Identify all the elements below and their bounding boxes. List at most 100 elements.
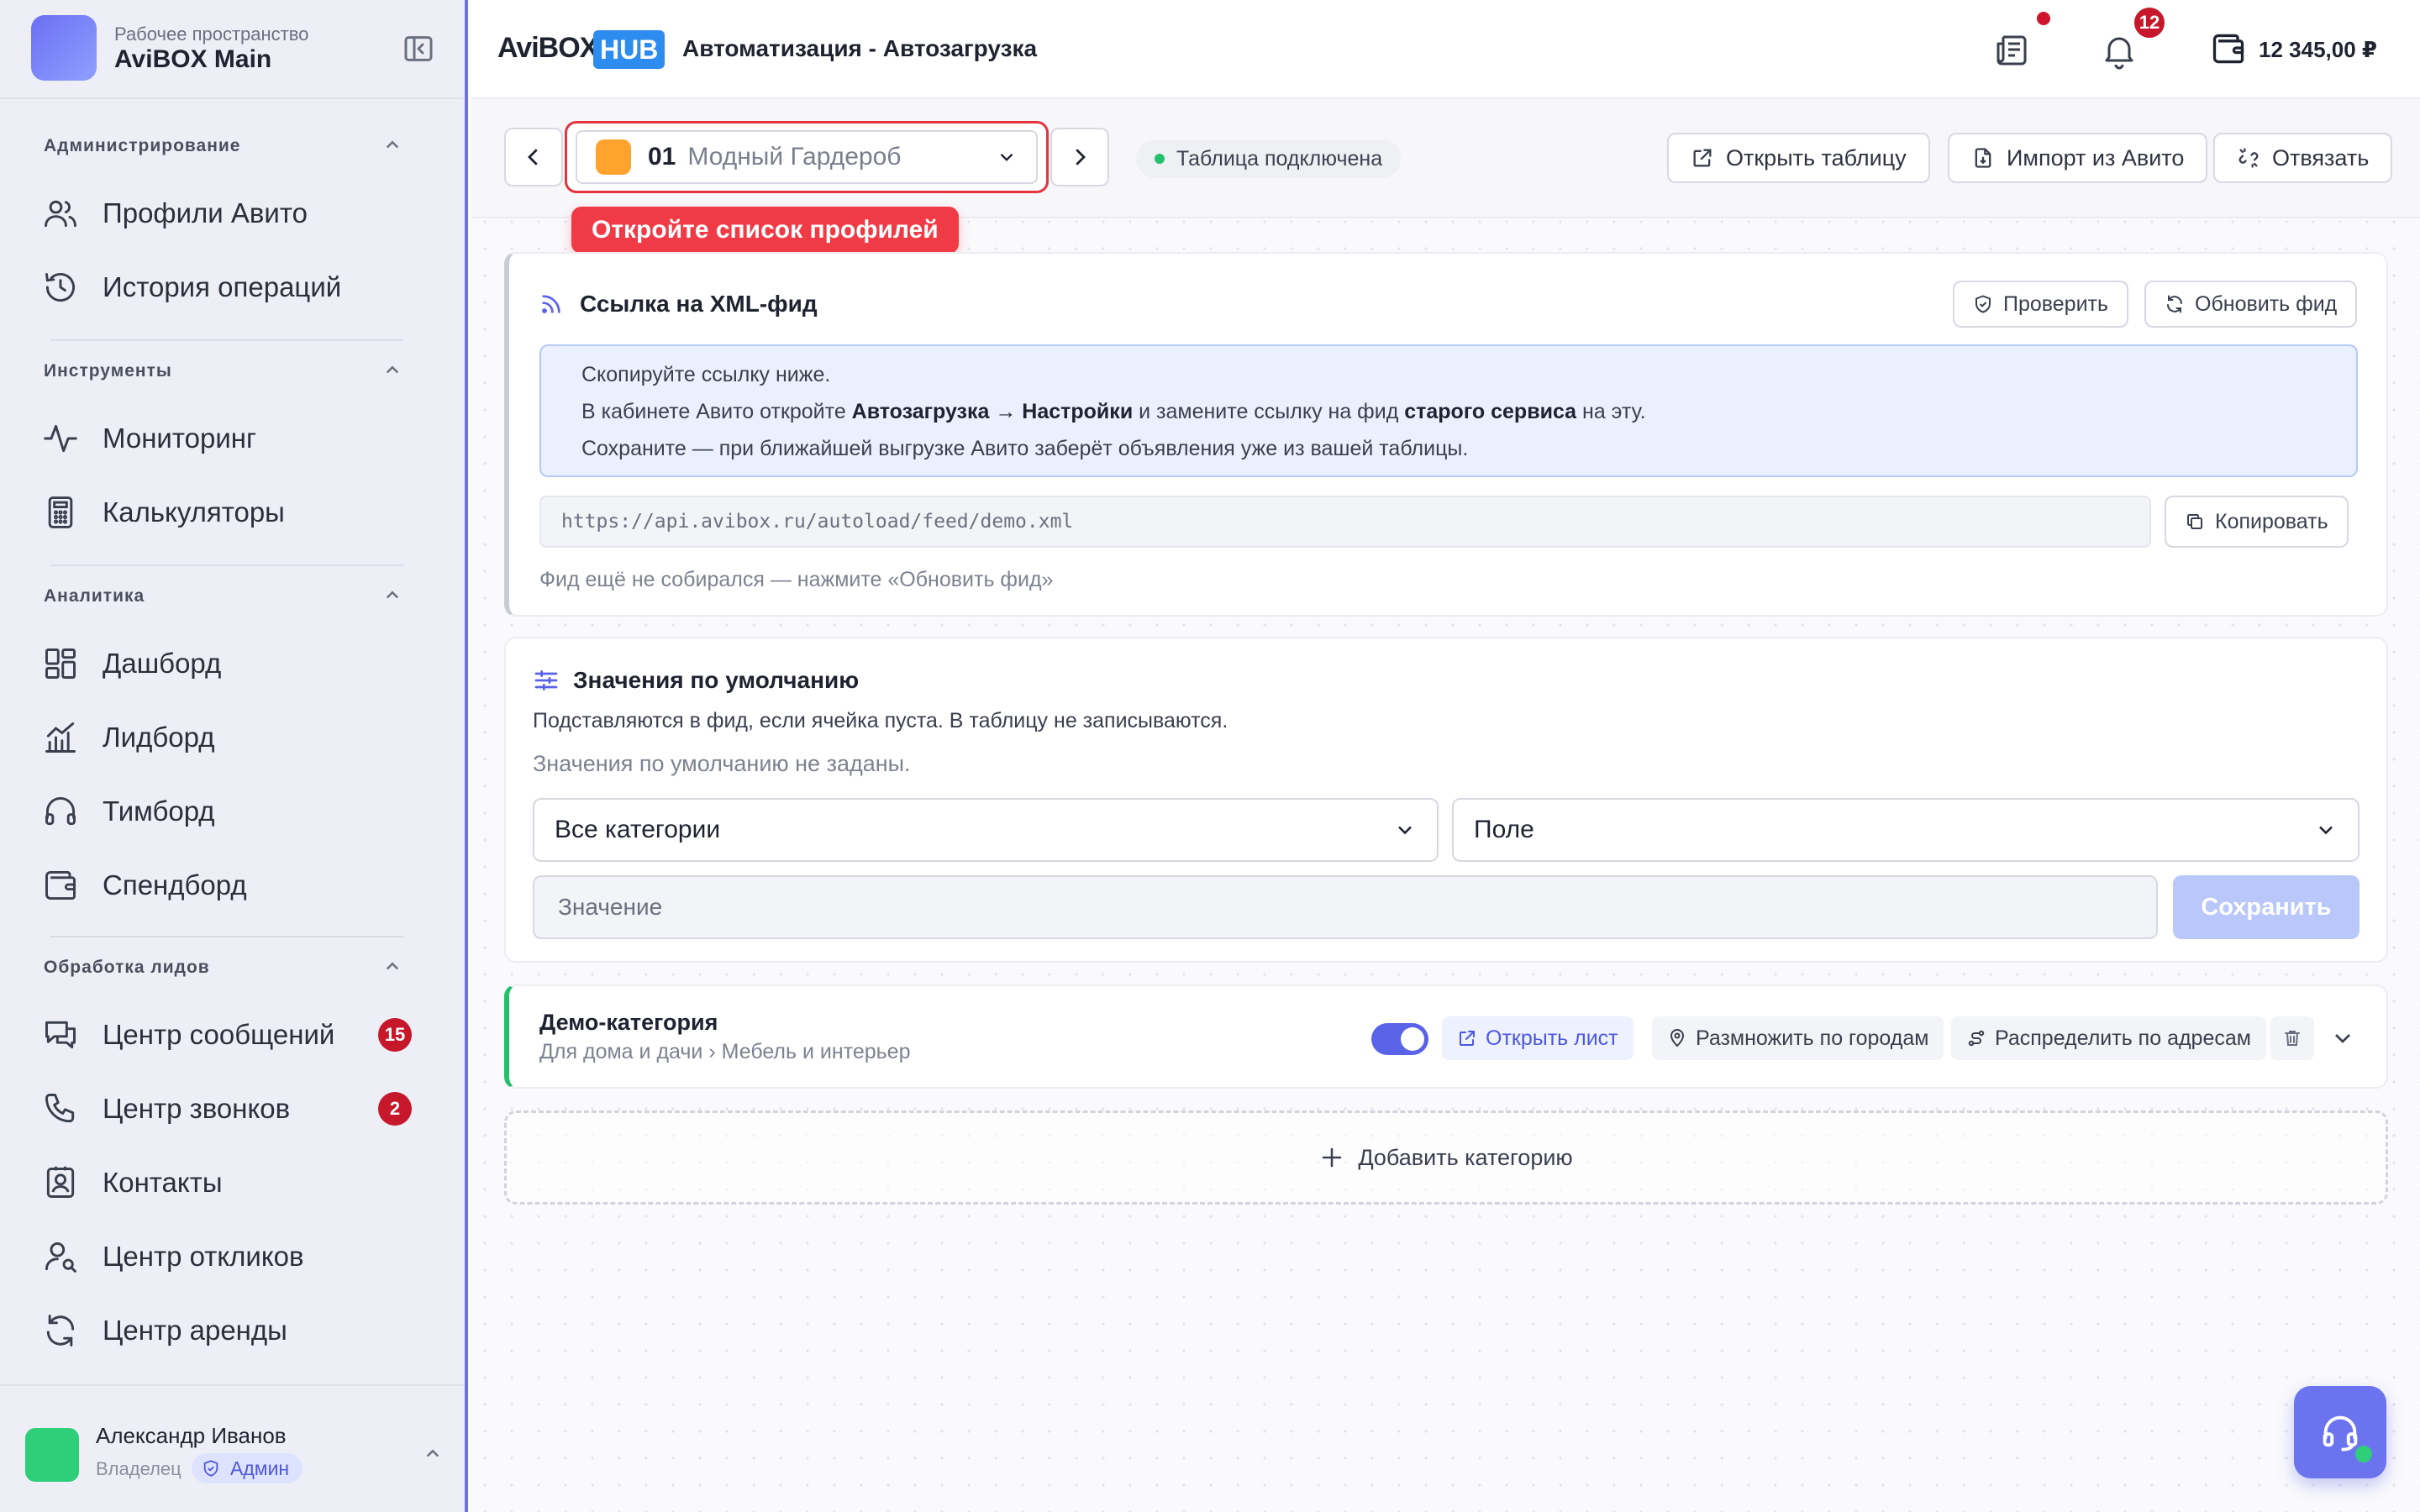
connection-status-badge: Таблица подключена	[1136, 139, 1402, 178]
page-title: Автоматизация - Автозагрузка	[682, 35, 1038, 61]
multiply-cities-button[interactable]: Размножить по городам	[1652, 1016, 1944, 1060]
brand-hub-badge: HUB	[593, 30, 666, 69]
calculator-icon	[48, 496, 73, 528]
profile-name: Модный Гардероб	[687, 143, 902, 171]
refresh-icon	[2167, 295, 2182, 313]
headphones-icon	[45, 797, 76, 826]
sidebar-collapse-icon[interactable]	[402, 32, 435, 66]
sidebar-item-label: Калькуляторы	[103, 496, 285, 528]
sidebar-item-label: Дашборд	[103, 648, 222, 679]
online-status-dot	[2353, 1443, 2375, 1465]
prev-profile-button[interactable]	[504, 128, 563, 186]
check-feed-label: Проверить	[2003, 291, 2109, 316]
user-role-badge: Админ	[192, 1453, 303, 1483]
sidebar-item-label: Лидборд	[103, 722, 215, 753]
feed-url-field[interactable]: https://api.avibox.ru/autoload/feed/demo…	[539, 496, 2151, 548]
sidebar-item-calculators[interactable]: Калькуляторы	[42, 486, 420, 539]
section-analytics-title: Аналитика	[44, 586, 145, 606]
chevron-up-icon[interactable]	[420, 1441, 445, 1467]
defaults-description: Подставляются в фид, если ячейка пуста. …	[533, 709, 1228, 732]
unlink-label: Отвязать	[2272, 144, 2370, 171]
copy-icon	[2187, 514, 2202, 529]
calls-badge: 2	[378, 1092, 412, 1126]
value-input[interactable]: Значение	[533, 875, 2158, 939]
docs-notification-dot	[2037, 12, 2050, 25]
docs-icon[interactable]	[1991, 30, 2032, 71]
rss-icon	[538, 291, 565, 318]
sidebar-item-label: Центр аренды	[103, 1315, 287, 1346]
field-select[interactable]: Поле	[1452, 798, 2360, 862]
contacts-icon	[46, 1166, 75, 1198]
sidebar-item-responses[interactable]: Центр откликов	[42, 1230, 420, 1284]
sidebar-item-dashboard[interactable]: Дашборд	[42, 637, 420, 690]
profile-color-dot	[596, 139, 631, 175]
instruction-line-2: В кабинете Авито откройте Автозагрузка →…	[581, 400, 1646, 423]
sidebar-item-monitoring[interactable]: Мониторинг	[42, 412, 420, 465]
open-table-label: Открыть таблицу	[1726, 144, 1907, 171]
category-path: Для дома и дачи › Мебель и интерьер	[539, 1040, 911, 1063]
distribute-addresses-button[interactable]: Распределить по адресам	[1951, 1016, 2266, 1060]
chevron-up-icon[interactable]	[380, 358, 405, 383]
chevron-up-icon[interactable]	[380, 954, 405, 979]
profile-select[interactable]: 01 Модный Гардероб	[565, 121, 1049, 193]
history-icon	[45, 272, 75, 302]
file-import-icon	[1975, 148, 1991, 168]
copy-label: Копировать	[2215, 509, 2328, 533]
chevron-up-icon[interactable]	[380, 583, 405, 608]
chevron-left-icon	[528, 149, 538, 165]
feed-title: Ссылка на XML-фид	[580, 291, 818, 317]
sidebar-item-label: Центр звонков	[103, 1093, 291, 1124]
plus-icon	[1323, 1147, 1342, 1168]
sidebar-item-label: Тимборд	[103, 795, 215, 827]
bell-icon[interactable]	[2099, 30, 2139, 71]
sidebar-item-calls[interactable]: Центр звонков 2	[42, 1082, 420, 1136]
sidebar-item-teamboard[interactable]: Тимборд	[42, 785, 420, 838]
refresh-feed-button[interactable]: Обновить фид	[2144, 281, 2358, 328]
sidebar-item-messages[interactable]: Центр сообщений 15	[42, 1008, 420, 1062]
instruction-line-1: Скопируйте ссылку ниже.	[581, 363, 831, 386]
defaults-empty-state: Значения по умолчанию не заданы.	[533, 751, 911, 776]
shield-check-icon	[203, 1460, 218, 1477]
dashboard-icon	[45, 648, 76, 679]
copy-url-button[interactable]: Копировать	[2165, 496, 2349, 548]
support-chat-button[interactable]	[2294, 1386, 2386, 1478]
check-feed-button[interactable]: Проверить	[1953, 281, 2129, 328]
sidebar-item-rent[interactable]: Центр аренды	[42, 1304, 420, 1357]
sidebar-item-history[interactable]: История операций	[42, 260, 420, 314]
sidebar-item-label: Мониторинг	[103, 423, 257, 454]
sliders-icon	[533, 667, 560, 694]
workspace-logo[interactable]	[31, 15, 97, 81]
add-category-button[interactable]: Добавить категорию	[504, 1110, 2388, 1205]
brand-logo[interactable]: AviBOX	[497, 32, 598, 65]
chevron-down-icon[interactable]	[2329, 1025, 2356, 1052]
save-button[interactable]: Сохранить	[2173, 875, 2360, 939]
category-toggle[interactable]	[1371, 1023, 1428, 1055]
delete-category-button[interactable]	[2270, 1016, 2314, 1060]
bar-chart-icon	[45, 722, 76, 753]
shield-check-icon	[1975, 295, 1991, 313]
balance-amount[interactable]: 12 345,00 ₽	[2259, 37, 2377, 63]
user-avatar[interactable]	[25, 1428, 79, 1482]
sidebar-item-label: История операций	[103, 271, 342, 302]
wallet-icon	[45, 870, 76, 900]
sidebar-item-profiles[interactable]: Профили Авито	[42, 186, 420, 240]
sidebar-item-leadboard[interactable]: Лидборд	[42, 711, 420, 764]
feed-note: Фид ещё не собирался — нажмите «Обновить…	[539, 568, 1054, 591]
sidebar-item-spendboard[interactable]: Спендборд	[42, 858, 420, 912]
field-select-value: Поле	[1474, 816, 1534, 843]
workspace-name[interactable]: AviBOX Main	[114, 45, 271, 74]
open-table-button[interactable]: Открыть таблицу	[1667, 133, 1930, 183]
instruction-line-3: Сохраните — при ближайшей выгрузке Авито…	[581, 437, 1469, 460]
sidebar-item-contacts[interactable]: Контакты	[42, 1156, 420, 1210]
import-avito-label: Импорт из Авито	[2007, 144, 2185, 171]
next-profile-button[interactable]	[1050, 128, 1109, 186]
status-dot	[1155, 154, 1165, 164]
wallet-icon[interactable]	[2210, 30, 2247, 67]
sidebar-item-label: Центр откликов	[103, 1241, 304, 1272]
activity-icon	[44, 424, 77, 453]
unlink-button[interactable]: Отвязать	[2213, 133, 2393, 183]
chevron-up-icon[interactable]	[380, 133, 405, 158]
import-avito-button[interactable]: Импорт из Авито	[1948, 133, 2208, 183]
open-sheet-button[interactable]: Открыть лист	[1442, 1016, 1634, 1060]
category-select[interactable]: Все категории	[533, 798, 1439, 862]
